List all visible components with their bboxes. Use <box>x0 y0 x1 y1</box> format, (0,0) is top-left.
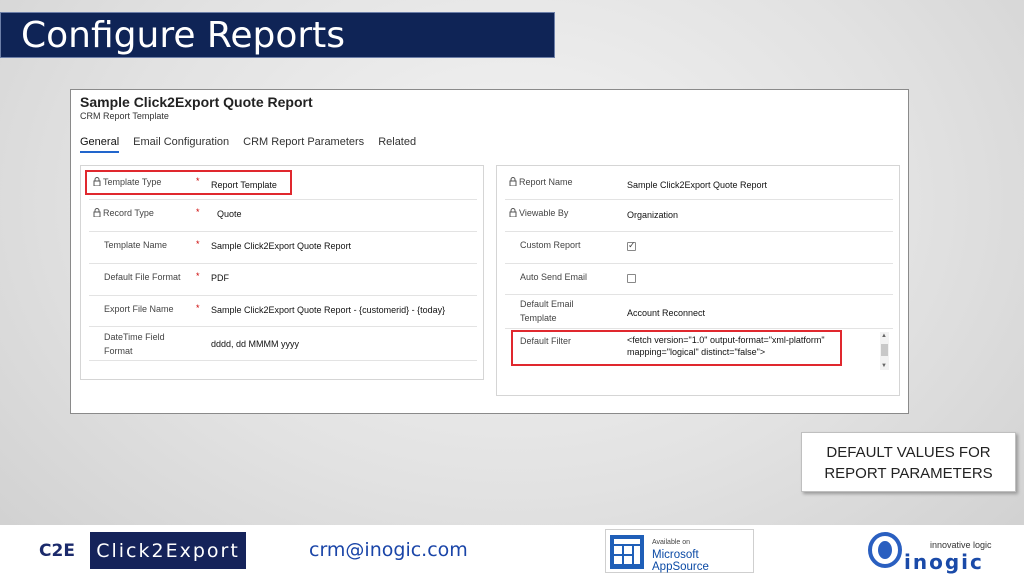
inogic-swirl-icon <box>868 532 902 568</box>
c2e-logo-wordmark: Click2Export <box>90 532 246 569</box>
appsource-grid-icon <box>610 535 644 569</box>
inogic-wordmark: inogic <box>904 550 984 574</box>
general-right-section: Report Name Sample Click2Export Quote Re… <box>496 165 900 396</box>
field-value: dddd, dd MMMM yyyy <box>211 339 300 349</box>
field-default-email-template[interactable]: Default Email Template Account Reconnect <box>505 295 893 329</box>
custom-report-checkbox[interactable] <box>627 240 636 251</box>
appsource-available-text: Available on <box>652 539 691 546</box>
scroll-thumb[interactable] <box>881 344 888 356</box>
inogic-tagline: innovative logic <box>930 540 992 550</box>
appsource-name: Microsoft AppSource <box>652 549 709 573</box>
field-label: Export File Name <box>104 304 174 314</box>
field-label-line1: DateTime Field <box>104 332 165 342</box>
callout-line2: REPORT PARAMETERS <box>824 465 993 482</box>
lock-icon <box>93 207 101 219</box>
slide-title: Configure Reports <box>0 12 555 58</box>
field-template-name[interactable]: Template Name * Sample Click2Export Quot… <box>89 232 477 264</box>
field-custom-report: Custom Report <box>505 232 893 264</box>
field-label: Viewable By <box>519 208 569 218</box>
required-asterisk: * <box>196 271 200 281</box>
highlight-box-template-type <box>85 170 292 195</box>
field-auto-send-email: Auto Send Email <box>505 264 893 295</box>
field-label: Default File Format <box>104 272 181 282</box>
field-label: Template Name <box>104 240 168 250</box>
tab-related[interactable]: Related <box>378 136 416 153</box>
field-value: Account Reconnect <box>627 308 706 318</box>
field-label-line2: Template <box>520 313 557 323</box>
tab-crm-report-parameters[interactable]: CRM Report Parameters <box>243 136 364 153</box>
field-value: PDF <box>211 273 229 283</box>
field-value: Sample Click2Export Quote Report <box>211 241 352 251</box>
lock-icon <box>509 176 517 188</box>
lock-icon <box>509 207 517 219</box>
field-label: Record Type <box>103 208 154 218</box>
field-datetime-format[interactable]: DateTime Field Format dddd, dd MMMM yyyy <box>89 327 477 361</box>
field-label-line2: Format <box>104 346 133 356</box>
required-asterisk: * <box>196 303 200 313</box>
field-label-line1: Default Email <box>520 299 574 309</box>
field-record-type[interactable]: Record Type * Quote <box>89 200 477 232</box>
required-asterisk: * <box>196 207 200 217</box>
callout-line1: DEFAULT VALUES FOR <box>826 444 991 461</box>
field-value: Organization <box>627 210 679 220</box>
field-default-file-format[interactable]: Default File Format * PDF <box>89 264 477 296</box>
scroll-down-icon[interactable]: ▼ <box>881 363 887 369</box>
field-viewable-by[interactable]: Viewable By Organization <box>505 200 893 232</box>
callout-box: DEFAULT VALUES FOR REPORT PARAMETERS <box>801 432 1016 492</box>
field-value: Sample Click2Export Quote Report - {cust… <box>211 305 446 315</box>
field-label: Auto Send Email <box>520 272 588 282</box>
footer: C2E Click2Export crm@inogic.com Availabl… <box>0 525 1024 576</box>
click2export-logo: C2E Click2Export <box>24 532 246 569</box>
auto-send-email-checkbox[interactable] <box>627 274 636 283</box>
contact-email[interactable]: crm@inogic.com <box>309 539 468 561</box>
field-value: Sample Click2Export Quote Report <box>627 180 768 190</box>
tab-general[interactable]: General <box>80 136 120 153</box>
inogic-logo: innovative logic inogic <box>868 530 1002 574</box>
general-left-section: Template Type * Report Template Record T… <box>80 165 484 380</box>
required-asterisk: * <box>196 239 200 249</box>
form-tabs: General Email Configuration CRM Report P… <box>80 136 416 153</box>
tab-email-configuration[interactable]: Email Configuration <box>133 136 229 153</box>
field-value: Quote <box>217 209 242 219</box>
scroll-up-icon[interactable]: ▲ <box>881 333 887 339</box>
field-export-file-name[interactable]: Export File Name * Sample Click2Export Q… <box>89 296 477 327</box>
c2e-logo-mark: C2E <box>24 532 90 569</box>
field-report-name[interactable]: Report Name Sample Click2Export Quote Re… <box>505 170 893 200</box>
appsource-badge[interactable]: Available on Microsoft AppSource <box>605 529 754 573</box>
filter-scrollbar[interactable]: ▲ ▼ <box>880 332 889 370</box>
highlight-box-default-filter <box>511 330 842 366</box>
record-title: Sample Click2Export Quote Report <box>80 94 313 110</box>
field-label: Report Name <box>519 177 573 187</box>
field-label: Custom Report <box>520 240 581 250</box>
crm-record-form: Sample Click2Export Quote Report CRM Rep… <box>70 89 909 414</box>
record-subtitle: CRM Report Template <box>80 111 169 121</box>
